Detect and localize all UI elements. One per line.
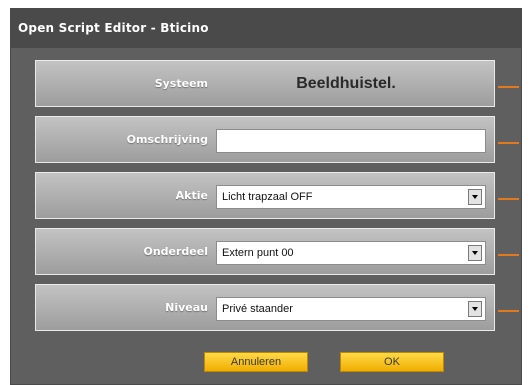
chevron-down-icon: [472, 307, 478, 311]
chevron-down-icon: [472, 251, 478, 255]
action-row: Aktie Licht trapzaal OFF: [35, 172, 495, 219]
dialog-title: Open Script Editor - Bticino: [10, 8, 522, 48]
component-dropdown-button[interactable]: [468, 245, 482, 261]
callout-line-component: [498, 254, 519, 256]
script-editor-dialog: Open Script Editor - Bticino Systeem Bee…: [10, 8, 522, 385]
callout-line-system: [498, 86, 519, 88]
level-select-value: Privé staander: [222, 303, 293, 315]
component-select-value: Extern punt 00: [222, 247, 294, 259]
level-select[interactable]: Privé staander: [216, 297, 486, 321]
callout-line-action: [498, 198, 519, 200]
chevron-down-icon: [472, 195, 478, 199]
description-row: Omschrijving: [35, 116, 495, 163]
level-label: Niveau: [165, 301, 208, 314]
action-label: Aktie: [175, 189, 208, 202]
component-select[interactable]: Extern punt 00: [216, 241, 486, 265]
component-label: Onderdeel: [143, 245, 208, 258]
component-row: Onderdeel Extern punt 00: [35, 228, 495, 275]
level-dropdown-button[interactable]: [468, 301, 482, 317]
cancel-button[interactable]: Annuleren: [204, 352, 308, 372]
description-label: Omschrijving: [126, 133, 208, 146]
system-value: Beeldhuistel.: [296, 75, 396, 92]
level-row: Niveau Privé staander: [35, 284, 495, 331]
ok-button[interactable]: OK: [340, 352, 444, 372]
callout-line-level: [498, 310, 519, 312]
action-select[interactable]: Licht trapzaal OFF: [216, 185, 486, 209]
action-dropdown-button[interactable]: [468, 189, 482, 205]
system-label: Systeem: [154, 77, 208, 90]
callout-line-description: [498, 142, 519, 144]
action-select-value: Licht trapzaal OFF: [222, 191, 313, 203]
description-input[interactable]: [216, 129, 486, 153]
system-row: Systeem Beeldhuistel.: [35, 60, 495, 107]
